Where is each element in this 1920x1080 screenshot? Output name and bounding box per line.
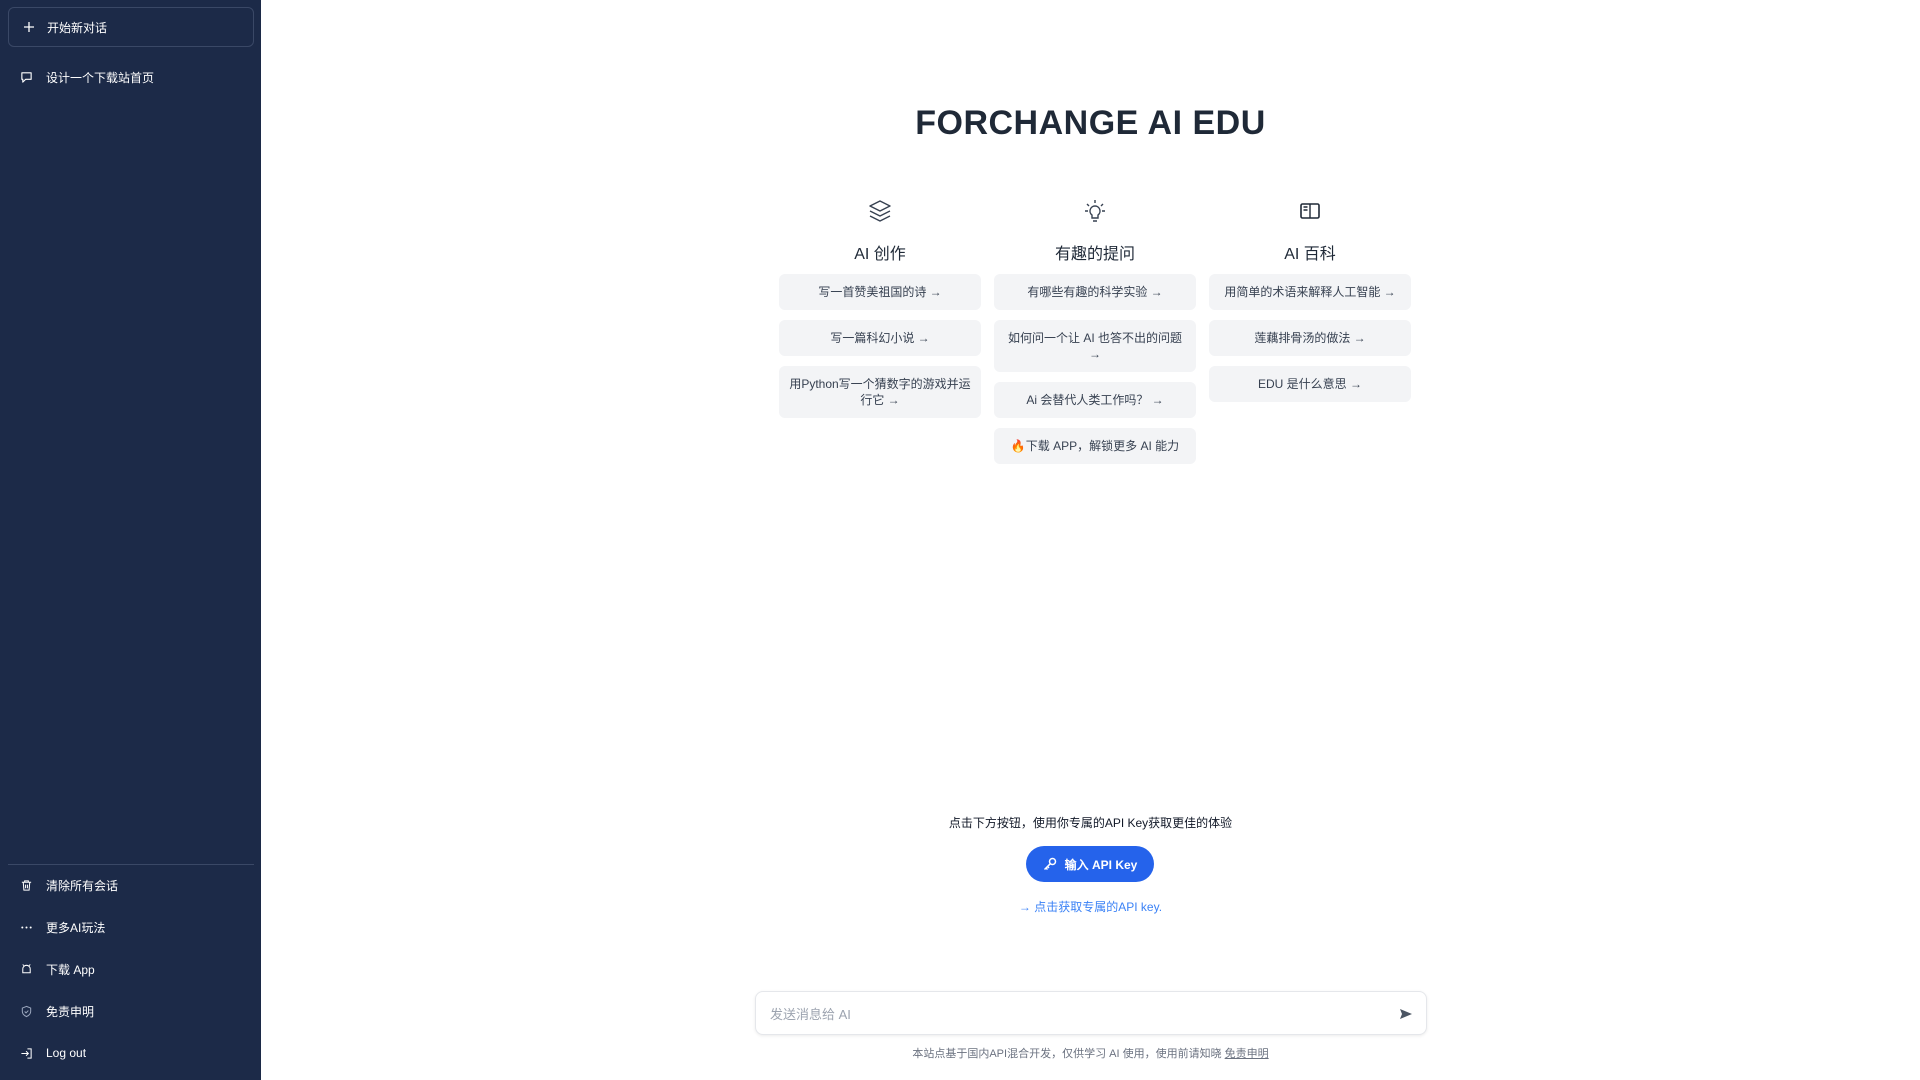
book-icon <box>1209 196 1411 226</box>
layers-icon <box>779 196 981 226</box>
lightbulb-icon <box>994 196 1196 226</box>
footer-disclaimer-link[interactable]: 免责申明 <box>1225 1048 1269 1060</box>
api-button-label: 输入 API Key <box>1064 857 1138 872</box>
download-app-card[interactable]: 🔥下载 APP，解锁更多 AI 能力 <box>994 428 1196 464</box>
column-ai-creation: AI 创作 写一首赞美祖国的诗 → 写一篇科幻小说 → 用Python写一个猜数… <box>779 196 981 418</box>
page-title: FORCHANGE AI EDU <box>915 104 1266 142</box>
logout-label: Log out <box>46 1046 87 1060</box>
get-api-key-link[interactable]: → 点击获取专属的API key. <box>261 898 1920 915</box>
column-title: AI 创作 <box>854 246 906 263</box>
new-chat-label: 开始新对话 <box>47 20 108 35</box>
suggestion-card[interactable]: EDU 是什么意思 → <box>1209 366 1411 402</box>
suggestion-card[interactable]: 用Python写一个猜数字的游戏并运行它 → <box>779 366 981 418</box>
column-title: AI 百科 <box>1284 246 1336 263</box>
clear-label: 清除所有会话 <box>46 878 119 893</box>
column-fun-questions: 有趣的提问 有哪些有趣的科学实验 → 如何问一个让 AI 也答不出的问题 → A… <box>994 196 1196 464</box>
suggestion-card[interactable]: 有哪些有趣的科学实验 → <box>994 274 1196 310</box>
suggestion-card[interactable]: 写一篇科幻小说 → <box>779 320 981 356</box>
disclaimer-button[interactable]: 免责申明 <box>8 994 254 1028</box>
suggestion-card[interactable]: 用简单的术语来解释人工智能 → <box>1209 274 1411 310</box>
footer-notice: 本站点基于国内API混合开发，仅供学习 AI 使用，使用前请知晓 免责申明 <box>261 1045 1920 1061</box>
suggestion-card[interactable]: 如何问一个让 AI 也答不出的问题 → <box>994 320 1196 372</box>
shield-icon <box>18 1003 34 1019</box>
key-icon <box>1043 857 1057 871</box>
send-icon[interactable] <box>1398 1006 1414 1022</box>
plus-icon <box>21 19 37 35</box>
footer-text: 本站点基于国内API混合开发，仅供学习 AI 使用，使用前请知晓 <box>912 1048 1222 1060</box>
history-item-label: 设计一个下载站首页 <box>46 70 155 85</box>
sidebar: 开始新对话 设计一个下载站首页 清除所有会话 更多AI玩法 下载 App 免责申… <box>0 0 261 1080</box>
sidebar-divider <box>8 864 254 865</box>
column-title: 有趣的提问 <box>1054 246 1135 263</box>
android-icon <box>18 961 34 977</box>
more-label: 更多AI玩法 <box>46 920 106 935</box>
suggestion-card[interactable]: Ai 会替代人类工作吗？ → <box>994 382 1196 418</box>
message-input-box <box>755 991 1427 1035</box>
api-hint-text: 点击下方按钮，使用你专属的API Key获取更佳的体验 <box>948 816 1233 830</box>
download-label: 下载 App <box>46 962 95 977</box>
suggestion-card[interactable]: 莲藕排骨汤的做法 → <box>1209 320 1411 356</box>
more-dots-icon <box>18 919 34 935</box>
history-item[interactable]: 设计一个下载站首页 <box>8 60 254 94</box>
disclaimer-label: 免责申明 <box>46 1004 95 1019</box>
chat-bubble-icon <box>18 69 34 85</box>
main-area: FORCHANGE AI EDU AI 创作 写一首赞美祖国的诗 → 写一篇科幻… <box>261 0 1920 1080</box>
new-chat-button[interactable]: 开始新对话 <box>8 7 254 47</box>
enter-api-key-button[interactable]: 输入 API Key <box>1026 846 1154 882</box>
more-ai-button[interactable]: 更多AI玩法 <box>8 910 254 944</box>
column-ai-encyclopedia: AI 百科 用简单的术语来解释人工智能 → 莲藕排骨汤的做法 → EDU 是什么… <box>1209 196 1411 402</box>
download-app-button[interactable]: 下载 App <box>8 952 254 986</box>
clear-conversations-button[interactable]: 清除所有会话 <box>8 868 254 902</box>
logout-icon <box>18 1045 34 1061</box>
message-input[interactable] <box>770 1002 1380 1026</box>
suggestion-card[interactable]: 写一首赞美祖国的诗 → <box>779 274 981 310</box>
logout-button[interactable]: Log out <box>8 1036 254 1070</box>
trash-icon <box>18 877 34 893</box>
